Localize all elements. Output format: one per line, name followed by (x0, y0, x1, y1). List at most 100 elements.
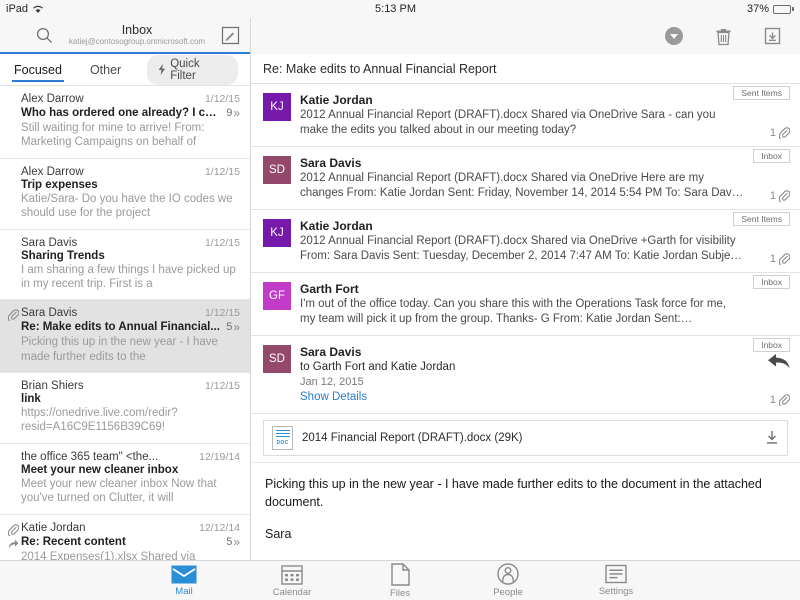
avatar: GF (263, 282, 291, 310)
message-summary: the office 365 team" <the...12/19/14Meet… (21, 451, 240, 506)
attachment-card[interactable]: DOC 2014 Financial Report (DRAFT).docx (… (263, 420, 788, 456)
message-date: 1/12/15 (205, 93, 240, 105)
tab-mail[interactable]: Mail (153, 565, 215, 597)
archive-icon[interactable] (763, 26, 782, 46)
collapsed-messages[interactable]: KJ Katie Jordan2012 Annual Financial Repo… (251, 84, 800, 336)
message-subject: Re: Make edits to Annual Financial... (21, 321, 220, 333)
tab-calendar[interactable]: Calendar (261, 564, 323, 598)
message-list-item[interactable]: Katie Jordan12/12/14Re: Recent content5»… (0, 515, 250, 561)
conversation-message[interactable]: SDSara Davis2012 Annual Financial Report… (251, 147, 800, 210)
focused-other-pivots: Focused Other Quick Filter (0, 54, 250, 86)
conversation-count: 5» (226, 320, 240, 334)
message-flags (6, 380, 21, 435)
message-sender: Alex Darrow (21, 93, 199, 105)
tab-settings[interactable]: Settings (585, 564, 647, 597)
show-details-link[interactable]: Show Details (300, 391, 744, 403)
pivot-other[interactable]: Other (88, 58, 123, 82)
paperclip-icon (779, 127, 790, 139)
message-sender: the office 365 team" <the... (21, 451, 193, 463)
mailbox-title: Inbox (53, 24, 221, 37)
sender-name: Katie Jordan (300, 93, 744, 107)
attachment-count: 1 (770, 190, 776, 202)
tab-label: Settings (599, 586, 633, 597)
message-preview: I'm out of the office today. Can you sha… (300, 297, 744, 327)
message-flags (6, 166, 21, 221)
body-paragraph: Sara (265, 525, 786, 543)
avatar: SD (263, 345, 291, 373)
tab-people[interactable]: People (477, 563, 539, 598)
message-list-item[interactable]: Brian Shiers1/12/15linkhttps://onedrive.… (0, 373, 250, 444)
message-subject: link (21, 393, 240, 405)
sender-name: Garth Fort (300, 282, 744, 296)
conversation-subject: Re: Make edits to Annual Financial Repor… (251, 54, 800, 84)
chevron-expand-icon[interactable]: » (233, 106, 240, 120)
search-icon[interactable] (36, 27, 53, 44)
app-body: Inbox katiej@contosogroup.onmicrosoft.co… (0, 18, 800, 560)
conversation-list: KJ Katie Jordan2012 Annual Financial Repo… (251, 84, 800, 560)
message-info: Katie Jordan2012 Annual Financial Report… (300, 219, 788, 264)
message-flags (6, 93, 21, 150)
message-sender: Brian Shiers (21, 380, 199, 392)
message-sender: Katie Jordan (21, 522, 193, 534)
message-list-header: Inbox katiej@contosogroup.onmicrosoft.co… (0, 18, 250, 54)
tab-label: Mail (175, 586, 192, 597)
message-preview: Still waiting for mine to arrive! From: … (21, 121, 240, 150)
download-icon[interactable] (765, 430, 779, 445)
chevron-expand-icon[interactable]: » (233, 535, 240, 549)
attachment-count: 1 (770, 253, 776, 265)
delete-icon[interactable] (714, 26, 733, 46)
paperclip-icon (779, 394, 790, 406)
expanded-date: Jan 12, 2015 (300, 376, 744, 388)
message-list-item[interactable]: the office 365 team" <the...12/19/14Meet… (0, 444, 250, 515)
message-sender: Sara Davis (21, 237, 199, 249)
message-preview: https://onedrive.live.com/redir?resid=A1… (21, 406, 240, 435)
lightning-bolt-icon (158, 64, 166, 75)
paperclip-icon (8, 524, 19, 536)
settings-icon (605, 564, 627, 584)
folder-tag: Inbox (753, 338, 790, 352)
avatar: SD (263, 156, 291, 184)
message-date: 1/12/15 (205, 166, 240, 178)
message-list[interactable]: Alex Darrow1/12/15Who has ordered one al… (0, 86, 250, 560)
chevron-expand-icon[interactable]: » (233, 320, 240, 334)
message-subject: Meet your new cleaner inbox (21, 464, 240, 476)
message-sender: Alex Darrow (21, 166, 199, 178)
message-list-item[interactable]: Alex Darrow1/12/15Trip expensesKatie/Sar… (0, 159, 250, 230)
message-list-item[interactable]: Alex Darrow1/12/15Who has ordered one al… (0, 86, 250, 159)
expanded-message-info: Sara Davis to Garth Fort and Katie Jorda… (300, 345, 788, 403)
message-summary: Katie Jordan12/12/14Re: Recent content5»… (21, 522, 240, 561)
message-summary: Sara Davis1/12/15Re: Make edits to Annua… (21, 307, 240, 364)
message-flags (6, 307, 21, 364)
bottom-tab-bar[interactable]: Mail Calendar Files People Settings (0, 560, 800, 600)
message-list-item[interactable]: Sara Davis1/12/15Re: Make edits to Annua… (0, 300, 250, 373)
expanded-message-header[interactable]: SD Sara Davis to Garth Fort and Katie Jo… (251, 336, 800, 414)
battery-percent: 37% (747, 3, 769, 15)
reply-arrow-icon[interactable] (767, 352, 791, 370)
people-icon (497, 563, 519, 585)
message-count: 9 (226, 107, 232, 119)
account-email: katiej@contosogroup.onmicrosoft.com (53, 38, 221, 46)
avatar-initials: KJ (270, 101, 283, 113)
tab-files[interactable]: Files (369, 563, 431, 599)
hamburger-menu-icon[interactable] (10, 30, 27, 41)
more-actions-icon[interactable] (664, 26, 684, 46)
reading-pane: Re: Make edits to Annual Financial Repor… (251, 18, 800, 560)
forwarded-icon (8, 538, 19, 550)
message-summary: Alex Darrow1/12/15Trip expensesKatie/Sar… (21, 166, 240, 221)
compose-icon[interactable] (221, 26, 240, 45)
pivot-focused[interactable]: Focused (12, 58, 64, 82)
message-date: 1/12/15 (205, 307, 240, 319)
avatar-initials: KJ (270, 227, 283, 239)
avatar: KJ (263, 219, 291, 247)
message-date: 1/12/15 (205, 237, 240, 249)
message-list-item[interactable]: Sara Davis1/12/15Sharing TrendsI am shar… (0, 230, 250, 301)
sender-name: Katie Jordan (300, 219, 744, 233)
conversation-message[interactable]: GF Garth FortI'm out of the office today.… (251, 273, 800, 336)
message-preview: I am sharing a few things I have picked … (21, 263, 240, 292)
conversation-message[interactable]: KJKatie Jordan2012 Annual Financial Repo… (251, 84, 800, 147)
conversation-message[interactable]: KJ Katie Jordan2012 Annual Financial Repo… (251, 210, 800, 273)
quick-filter-label: Quick Filter (170, 58, 227, 82)
quick-filter-button[interactable]: Quick Filter (147, 55, 238, 85)
avatar-initials: SD (269, 353, 285, 365)
message-count: 5 (226, 321, 232, 333)
